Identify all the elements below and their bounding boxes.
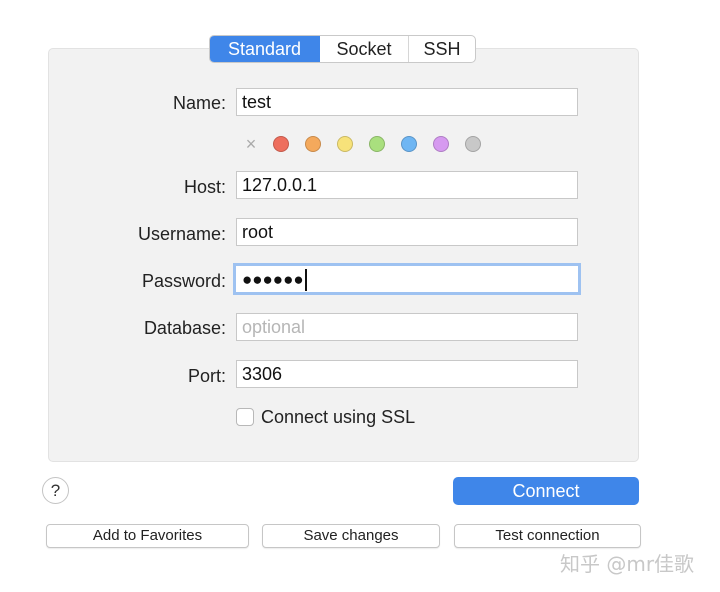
color-swatch-orange[interactable] — [305, 136, 321, 152]
color-swatch-yellow[interactable] — [337, 136, 353, 152]
color-tag-picker: × — [242, 134, 497, 154]
color-swatch-gray[interactable] — [465, 136, 481, 152]
database-label: Database: — [143, 318, 226, 338]
color-swatch-green[interactable] — [369, 136, 385, 152]
name-field[interactable]: test — [236, 88, 578, 116]
port-field[interactable]: 3306 — [236, 360, 578, 388]
username-label: Username: — [137, 224, 226, 244]
password-value: ●●●●●● — [242, 270, 304, 289]
name-label: Name: — [172, 93, 226, 113]
clear-color-icon[interactable]: × — [242, 134, 260, 154]
port-label: Port: — [187, 366, 226, 386]
ssl-checkbox[interactable] — [236, 408, 254, 426]
tab-standard[interactable]: Standard — [210, 36, 320, 62]
password-label: Password: — [141, 271, 226, 291]
help-button[interactable]: ? — [42, 477, 69, 504]
color-swatch-blue[interactable] — [401, 136, 417, 152]
tab-socket[interactable]: Socket — [320, 36, 409, 62]
ssl-label[interactable]: Connect using SSL — [261, 407, 415, 428]
watermark: 知乎 @mr佳歌 — [560, 552, 695, 576]
text-caret — [304, 269, 307, 292]
tab-ssh[interactable]: SSH — [409, 36, 475, 62]
add-to-favorites-button[interactable]: Add to Favorites — [46, 524, 249, 548]
test-connection-button[interactable]: Test connection — [454, 524, 641, 548]
database-field[interactable]: optional — [236, 313, 578, 341]
connection-type-tabs: Standard Socket SSH — [209, 35, 476, 63]
password-field[interactable]: ●●●●●● — [233, 263, 581, 295]
color-swatch-red[interactable] — [273, 136, 289, 152]
color-swatch-purple[interactable] — [433, 136, 449, 152]
connect-button[interactable]: Connect — [453, 477, 639, 505]
host-label: Host: — [183, 177, 226, 197]
username-field[interactable]: root — [236, 218, 578, 246]
ssl-option: Connect using SSL — [236, 406, 415, 428]
host-field[interactable]: 127.0.0.1 — [236, 171, 578, 199]
save-changes-button[interactable]: Save changes — [262, 524, 440, 548]
